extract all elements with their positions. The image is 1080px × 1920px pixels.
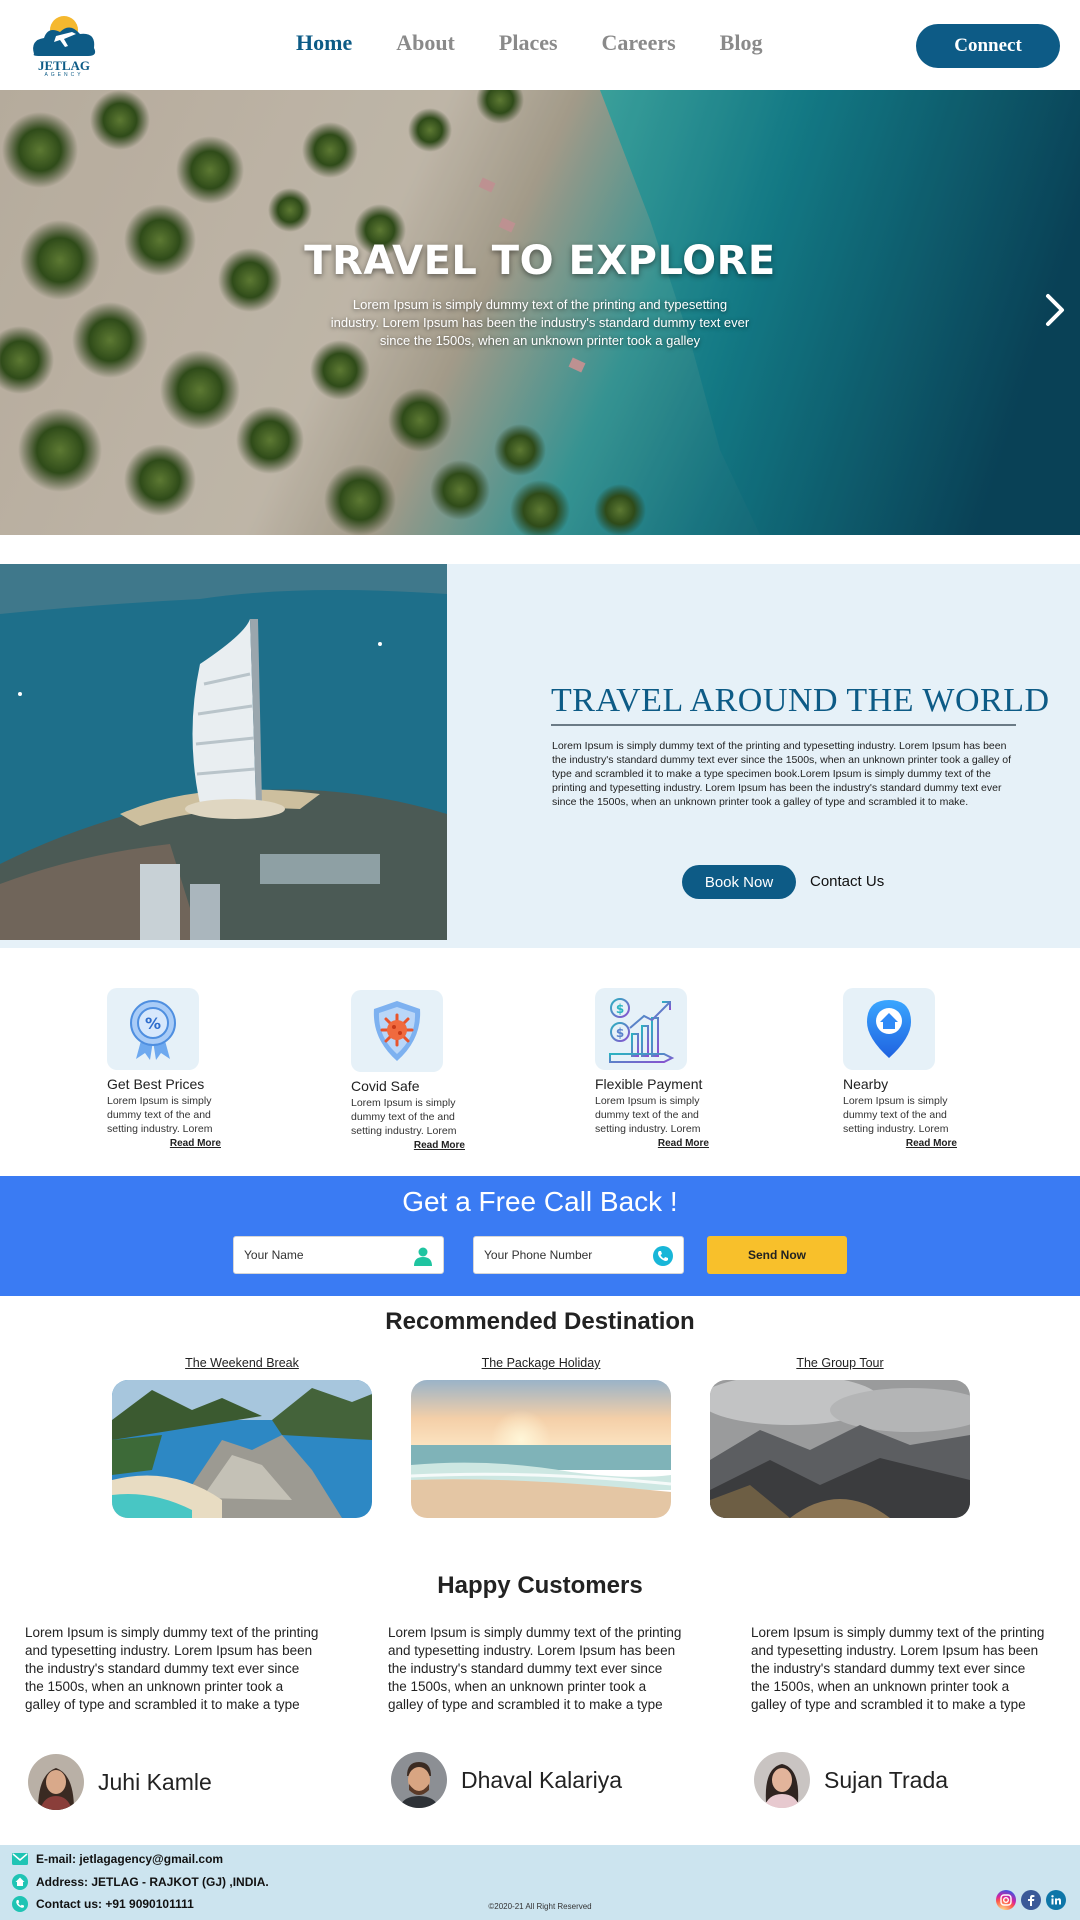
- read-more-link[interactable]: Read More: [351, 1140, 465, 1151]
- review-card: Lorem Ipsum is simply dummy text of the …: [751, 1624, 1047, 1714]
- feature-text: Lorem Ipsum is simply dummy text of the …: [595, 1095, 701, 1135]
- reviewer: Juhi Kamle: [28, 1754, 212, 1810]
- avatar: [754, 1752, 810, 1808]
- destination-label[interactable]: The Weekend Break: [112, 1356, 372, 1370]
- linkedin-icon[interactable]: [1046, 1890, 1066, 1910]
- mail-icon: [12, 1853, 28, 1865]
- virus-shield-icon: [373, 1001, 421, 1061]
- main-nav: Home About Places Careers Blog: [296, 30, 806, 56]
- feature-card: Covid Safe Lorem Ipsum is simply dummy t…: [351, 990, 481, 1151]
- group-tour-image[interactable]: [710, 1380, 970, 1518]
- phone-icon: [653, 1246, 673, 1266]
- reviewer-name: Sujan Trada: [824, 1766, 949, 1793]
- callback-section: Get a Free Call Back ! Send Now: [0, 1176, 1080, 1296]
- customers-title: Happy Customers: [437, 1572, 643, 1599]
- copyright: ©2020-21 All Right Reserved: [488, 1902, 592, 1911]
- callback-title: Get a Free Call Back !: [402, 1186, 678, 1217]
- footer-email: E-mail: jetlagagency@gmail.com: [12, 1852, 223, 1866]
- feature-text: Lorem Ipsum is simply dummy text of the …: [843, 1095, 949, 1135]
- nav-careers[interactable]: Careers: [602, 30, 676, 56]
- about-divider: [551, 724, 1016, 726]
- destination-card: The Weekend Break: [112, 1356, 372, 1518]
- phone-input[interactable]: [474, 1237, 642, 1273]
- badge-percent-icon: %: [130, 1000, 176, 1060]
- review-card: Lorem Ipsum is simply dummy text of the …: [25, 1624, 321, 1714]
- destination-label[interactable]: The Package Holiday: [411, 1356, 671, 1370]
- connect-button[interactable]: Connect: [916, 24, 1060, 68]
- location-pin-icon: [867, 1000, 911, 1058]
- hero-title: TRAVEL TO EXPLORE: [304, 238, 776, 284]
- about-section: TRAVEL AROUND THE WORLD Lorem Ipsum is s…: [0, 564, 1080, 948]
- destination-label[interactable]: The Group Tour: [710, 1356, 970, 1370]
- site-footer: E-mail: jetlagagency@gmail.com Address: …: [0, 1845, 1080, 1920]
- footer-address-text: Address: JETLAG - RAJKOT (GJ) ,INDIA.: [36, 1875, 269, 1889]
- logo-cloud-icon: [33, 16, 96, 56]
- reviewer: Dhaval Kalariya: [391, 1752, 622, 1808]
- recommended-title: Recommended Destination: [385, 1308, 695, 1335]
- contact-us-link[interactable]: Contact Us: [810, 873, 884, 890]
- site-header: JETLAG AGENCY Home About Places Careers …: [0, 0, 1080, 90]
- nav-home[interactable]: Home: [296, 30, 352, 56]
- read-more-link[interactable]: Read More: [107, 1138, 221, 1149]
- logo-subtext: AGENCY: [44, 72, 84, 78]
- nav-places[interactable]: Places: [499, 30, 558, 56]
- jetlag-logo[interactable]: JETLAG AGENCY: [26, 12, 102, 80]
- feature-card: Nearby Lorem Ipsum is simply dummy text …: [843, 988, 973, 1149]
- about-text: Lorem Ipsum is simply dummy text of the …: [552, 740, 1012, 808]
- avatar: [391, 1752, 447, 1808]
- review-text: Lorem Ipsum is simply dummy text of the …: [751, 1625, 1045, 1712]
- burj-al-arab-image: [0, 564, 447, 940]
- read-more-link[interactable]: Read More: [595, 1138, 709, 1149]
- svg-text:%: %: [145, 1014, 161, 1033]
- facebook-icon[interactable]: [1021, 1890, 1041, 1910]
- package-holiday-image[interactable]: [411, 1380, 671, 1518]
- instagram-icon[interactable]: [996, 1890, 1016, 1910]
- review-text: Lorem Ipsum is simply dummy text of the …: [388, 1625, 682, 1712]
- feature-icon-box: $ $: [595, 988, 687, 1070]
- feature-title: Nearby: [843, 1076, 889, 1092]
- feature-card: $ $ Flexible Payment Lorem Ipsum is simp…: [595, 988, 725, 1149]
- chevron-right-icon[interactable]: [1040, 290, 1070, 330]
- feature-text: Lorem Ipsum is simply dummy text of the …: [107, 1095, 213, 1135]
- reviewer: Sujan Trada: [754, 1752, 948, 1808]
- phone-field-wrapper: [473, 1236, 684, 1274]
- weekend-break-image[interactable]: [112, 1380, 372, 1518]
- about-title: TRAVEL AROUND THE WORLD: [551, 682, 1050, 719]
- feature-title: Covid Safe: [351, 1078, 420, 1094]
- user-icon: [414, 1247, 432, 1266]
- destination-card: The Package Holiday: [411, 1356, 671, 1518]
- svg-text:$: $: [616, 1002, 624, 1016]
- payment-chart-icon: $ $: [609, 998, 675, 1063]
- reviewer-name: Juhi Kamle: [98, 1768, 212, 1795]
- home-icon: [12, 1874, 28, 1890]
- name-field-wrapper: [233, 1236, 444, 1274]
- svg-text:$: $: [616, 1026, 624, 1040]
- hero-subtitle: Lorem Ipsum is simply dummy text of the …: [330, 297, 750, 348]
- hero-banner: TRAVEL TO EXPLORE Lorem Ipsum is simply …: [0, 90, 1080, 535]
- feature-icon-box: [843, 988, 935, 1070]
- review-text: Lorem Ipsum is simply dummy text of the …: [25, 1625, 319, 1712]
- read-more-link[interactable]: Read More: [843, 1138, 957, 1149]
- footer-address: Address: JETLAG - RAJKOT (GJ) ,INDIA.: [12, 1874, 269, 1890]
- book-now-button[interactable]: Book Now: [682, 865, 796, 899]
- review-card: Lorem Ipsum is simply dummy text of the …: [388, 1624, 684, 1714]
- name-input[interactable]: [234, 1237, 402, 1273]
- feature-text: Lorem Ipsum is simply dummy text of the …: [351, 1097, 457, 1137]
- feature-icon-box: %: [107, 988, 199, 1070]
- avatar: [28, 1754, 84, 1810]
- nav-blog[interactable]: Blog: [720, 30, 763, 56]
- feature-title: Get Best Prices: [107, 1076, 205, 1092]
- feature-card: % Get Best Prices Lorem Ipsum is simply …: [107, 988, 237, 1149]
- footer-email-text[interactable]: E-mail: jetlagagency@gmail.com: [36, 1852, 223, 1866]
- nav-about[interactable]: About: [396, 30, 455, 56]
- feature-icon-box: [351, 990, 443, 1072]
- send-now-button[interactable]: Send Now: [707, 1236, 847, 1274]
- destination-card: The Group Tour: [710, 1356, 970, 1518]
- feature-title: Flexible Payment: [595, 1076, 703, 1092]
- reviewer-name: Dhaval Kalariya: [461, 1766, 623, 1793]
